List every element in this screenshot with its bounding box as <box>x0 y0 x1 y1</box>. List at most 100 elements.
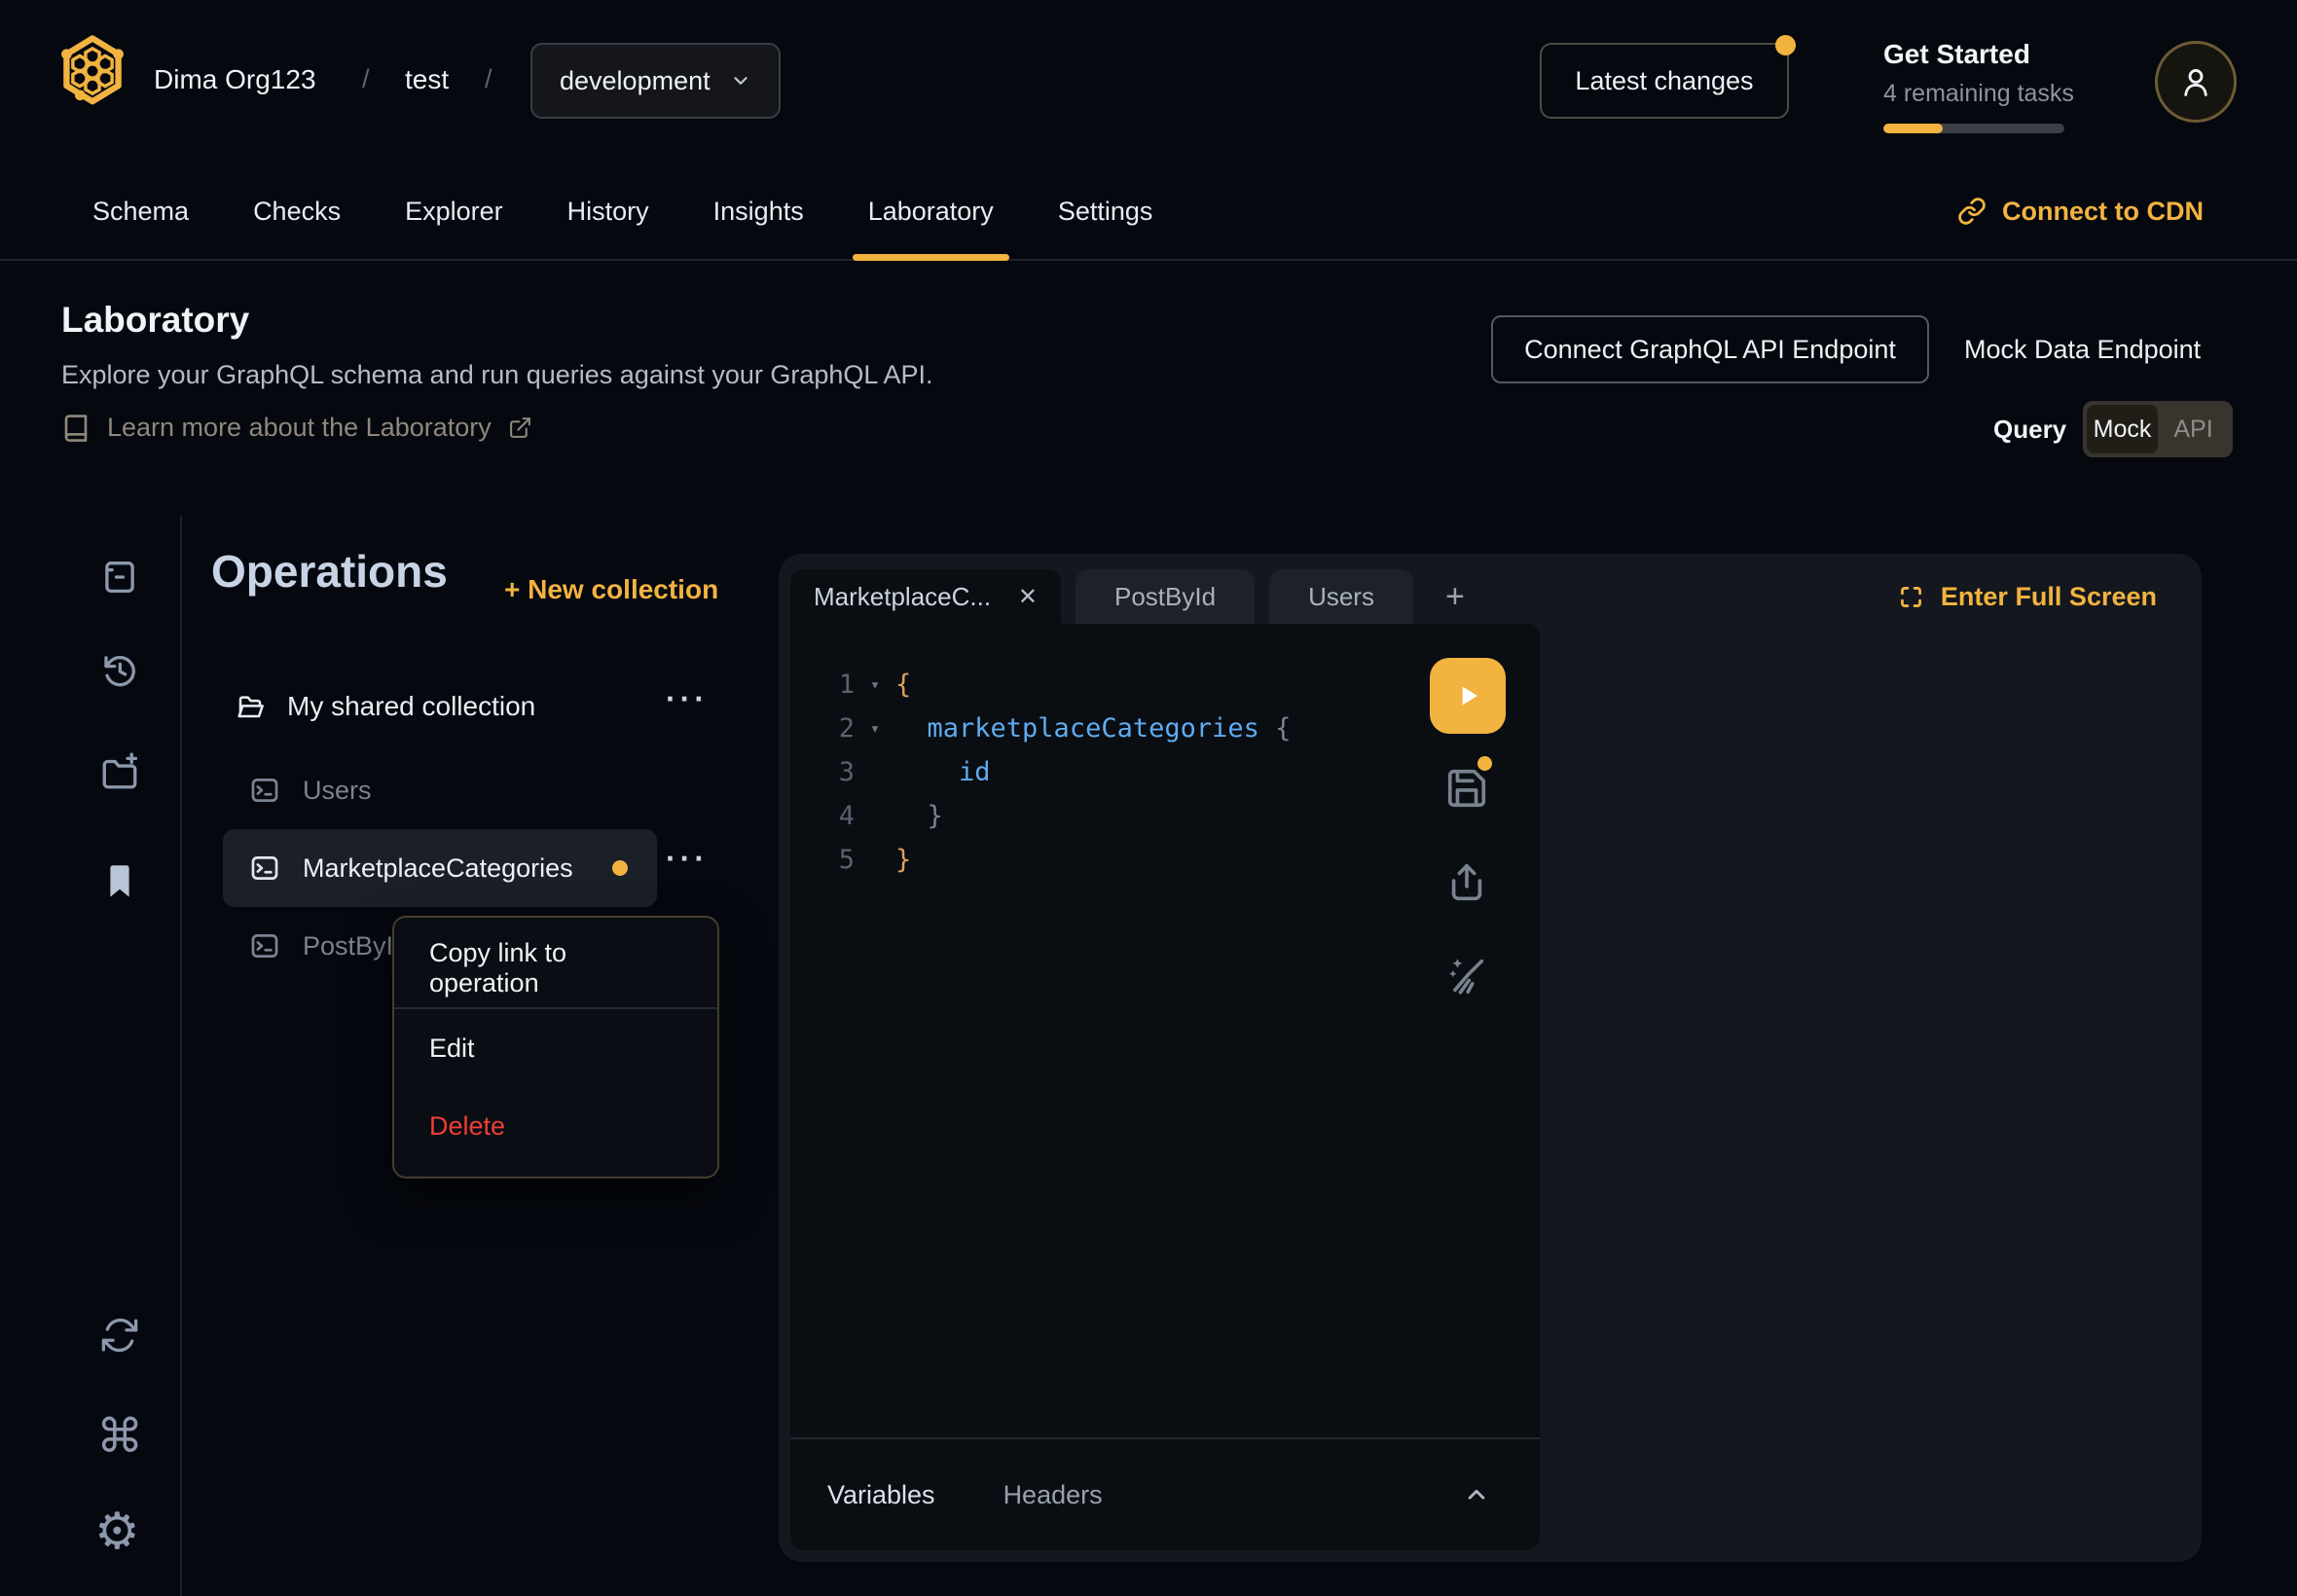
collection-header[interactable]: My shared collection <box>235 691 535 722</box>
editor-tab-postbyid[interactable]: PostById <box>1076 569 1255 624</box>
tab-laboratory[interactable]: Laboratory <box>853 163 1009 259</box>
page-title: Laboratory <box>61 300 249 341</box>
line-number: 4 <box>790 801 855 831</box>
sync-icon[interactable] <box>99 1315 140 1356</box>
mock-data-endpoint-link[interactable]: Mock Data Endpoint <box>1964 335 2201 365</box>
learn-more-link[interactable]: Learn more about the Laboratory <box>61 413 532 443</box>
line-number: 1 <box>790 670 855 700</box>
tab-settings[interactable]: Settings <box>1042 163 1169 259</box>
main-nav: Schema Checks Explorer History Insights Labor… <box>0 163 2297 261</box>
editor-panel: MarketplaceC... ✕ PostById Users + Enter Ful… <box>779 554 2202 1562</box>
get-started-subtitle: 4 remaining tasks <box>1883 80 2097 108</box>
breadcrumb-org[interactable]: Dima Org123 <box>154 64 316 95</box>
share-upload-icon[interactable] <box>1444 860 1489 905</box>
tab-history[interactable]: History <box>552 163 665 259</box>
connect-to-cdn-link[interactable]: Connect to CDN <box>1957 163 2204 259</box>
bookmark-icon[interactable] <box>99 860 140 901</box>
breadcrumb-graph[interactable]: test <box>405 64 449 95</box>
variant-dropdown[interactable]: development <box>530 43 781 119</box>
fold-arrow-icon[interactable]: ▾ <box>855 719 895 739</box>
operation-item-users[interactable]: Users <box>223 751 657 829</box>
connect-to-cdn-label: Connect to CDN <box>2002 197 2204 227</box>
progress-fill <box>1883 124 1943 133</box>
command-icon[interactable]: ⌘ <box>96 1413 143 1460</box>
external-link-icon <box>508 416 532 440</box>
code-line: 4 } <box>790 794 1394 838</box>
prettify-wand-icon[interactable] <box>1444 953 1489 998</box>
learn-more-label: Learn more about the Laboratory <box>107 413 492 443</box>
book-icon <box>61 414 91 443</box>
bottom-tab-variables[interactable]: Variables <box>827 1480 935 1510</box>
operation-item-marketplacecategories[interactable]: MarketplaceCategories <box>223 829 657 907</box>
editor-tab-users[interactable]: Users <box>1269 569 1413 624</box>
user-icon <box>2177 63 2214 100</box>
menu-item-delete[interactable]: Delete <box>394 1087 717 1165</box>
code-line: 3 id <box>790 750 1394 794</box>
breadcrumb-separator: / <box>362 64 370 94</box>
code-line: 5} <box>790 838 1394 882</box>
operation-item-label: MarketplaceCategories <box>303 853 573 884</box>
notification-dot <box>1775 35 1796 55</box>
editor-tabs: MarketplaceC... ✕ PostById Users + <box>790 569 1482 624</box>
settings-gear-icon[interactable]: ⚙ <box>94 1506 140 1557</box>
new-collection-button[interactable]: + New collection <box>504 574 718 605</box>
get-started-title: Get Started <box>1883 39 2097 70</box>
terminal-icon <box>248 929 281 962</box>
chevron-up-icon[interactable] <box>1462 1480 1491 1509</box>
save-icon[interactable] <box>1444 766 1489 811</box>
line-number: 5 <box>790 845 855 875</box>
connect-graphql-endpoint-button[interactable]: Connect GraphQL API Endpoint <box>1491 315 1929 383</box>
editor-tab-label: PostById <box>1114 582 1216 612</box>
code-line: 2▾ marketplaceCategories { <box>790 707 1394 750</box>
terminal-icon <box>248 852 281 885</box>
operation-menu-button[interactable]: ··· <box>666 843 709 874</box>
latest-changes-button[interactable]: Latest changes <box>1540 43 1789 119</box>
code-text: id <box>895 757 991 787</box>
code-text: { <box>895 670 911 700</box>
query-editor[interactable]: 1▾{2▾ marketplaceCategories {3 id4 }5} <box>790 624 1540 1550</box>
toggle-api[interactable]: API <box>2158 405 2229 453</box>
query-label: Query <box>1993 415 2066 445</box>
code-line: 1▾{ <box>790 663 1394 707</box>
account-avatar[interactable] <box>2155 41 2237 123</box>
code-lines: 1▾{2▾ marketplaceCategories {3 id4 }5} <box>790 663 1394 882</box>
editor-tab-marketplacec[interactable]: MarketplaceC... ✕ <box>790 569 1061 624</box>
unsaved-dot <box>612 860 628 876</box>
bottom-tab-headers[interactable]: Headers <box>1003 1480 1103 1510</box>
run-query-button[interactable] <box>1430 658 1506 734</box>
breadcrumb-separator: / <box>485 64 492 94</box>
menu-item-edit[interactable]: Edit <box>394 1009 717 1087</box>
tab-insights[interactable]: Insights <box>698 163 820 259</box>
collection-box-icon[interactable] <box>99 557 140 598</box>
operations-title: Operations <box>211 545 448 598</box>
collection-menu-button[interactable]: ··· <box>666 683 709 714</box>
editor-tab-label: Users <box>1308 582 1374 612</box>
latest-changes-label: Latest changes <box>1575 66 1753 96</box>
variant-label: development <box>560 66 711 96</box>
fold-arrow-icon[interactable]: ▾ <box>855 675 895 695</box>
add-tab-button[interactable]: + <box>1428 569 1482 624</box>
code-text: marketplaceCategories { <box>895 713 1291 744</box>
toggle-mock[interactable]: Mock <box>2087 405 2158 453</box>
enter-full-screen-link[interactable]: Enter Full Screen <box>1897 569 2157 624</box>
get-started-progressbar <box>1883 124 2064 133</box>
get-started-widget[interactable]: Get Started 4 remaining tasks <box>1883 39 2097 133</box>
tab-explorer[interactable]: Explorer <box>389 163 519 259</box>
tab-schema[interactable]: Schema <box>77 163 204 259</box>
context-menu: Copy link to operationEditDelete <box>392 916 719 1179</box>
history-icon[interactable] <box>99 650 140 691</box>
enter-full-screen-label: Enter Full Screen <box>1941 582 2157 612</box>
fullscreen-icon <box>1897 583 1925 611</box>
menu-item-copy-link-to-operation[interactable]: Copy link to operation <box>394 929 717 1007</box>
editor-tab-label: MarketplaceC... <box>814 582 991 612</box>
operation-item-label: Users <box>303 776 372 806</box>
link-chain-icon <box>1957 197 1987 226</box>
panel-divider <box>180 516 182 1596</box>
code-text: } <box>895 801 943 831</box>
graphos-logo[interactable] <box>56 35 128 111</box>
unsaved-changes-dot <box>1477 756 1492 771</box>
tab-checks[interactable]: Checks <box>237 163 356 259</box>
close-icon[interactable]: ✕ <box>1018 583 1038 611</box>
nav-tabs: Schema Checks Explorer History Insights Labor… <box>77 163 1168 259</box>
folder-add-icon[interactable] <box>99 751 140 792</box>
